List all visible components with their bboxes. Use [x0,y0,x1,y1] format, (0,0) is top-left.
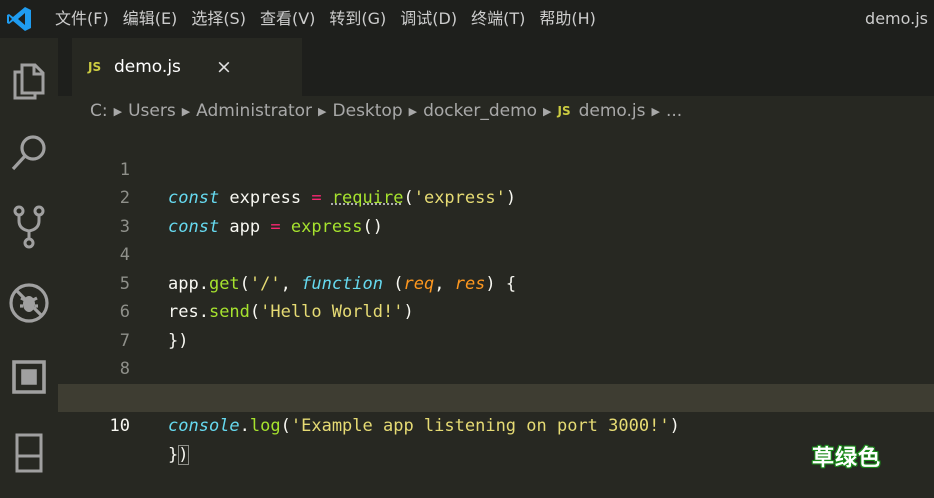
debug-icon[interactable] [6,280,52,326]
tab-demo-js[interactable]: JS demo.js × [72,38,302,96]
menu-go[interactable]: 转到(G) [322,0,393,38]
close-icon[interactable]: × [216,38,232,96]
menu-file[interactable]: 文件(F) [48,0,116,38]
javascript-file-icon: JS [88,60,106,74]
chevron-right-icon: ▶ [652,105,660,118]
code-editor[interactable]: 1 const express = require('express') 2 c… [58,127,934,490]
chevron-right-icon: ▶ [409,105,417,118]
breadcrumb-item-desktop[interactable]: Desktop [333,101,403,121]
search-icon[interactable] [6,130,52,176]
code-text[interactable]: }) [168,441,189,470]
breadcrumb-item-docker-demo[interactable]: docker_demo [423,101,537,121]
menu-bar: 文件(F) 编辑(E) 选择(S) 查看(V) 转到(G) 调试(D) 终端(T… [48,0,603,38]
tab-label: demo.js [114,57,181,77]
watermark-text: 草绿色 [812,440,881,472]
code-line[interactable]: 7 [58,298,934,327]
code-text[interactable]: console.log('Example app listening on po… [168,412,680,441]
breadcrumb-item-administrator[interactable]: Administrator [196,101,312,121]
extensions-icon[interactable] [6,354,52,400]
code-line-current[interactable]: 10 }) [58,384,934,413]
breadcrumb-item-users[interactable]: Users [128,101,176,121]
chevron-right-icon: ▶ [543,105,551,118]
code-line[interactable]: 1 const express = require('express') [58,127,934,156]
breadcrumb-item-file[interactable]: demo.js [579,101,646,121]
javascript-file-icon: JS [558,104,571,118]
code-line[interactable]: 2 const app = express() [58,156,934,185]
menu-edit[interactable]: 编辑(E) [116,0,185,38]
chevron-right-icon: ▶ [114,105,122,118]
remote-explorer-icon[interactable] [6,430,52,476]
menu-selection[interactable]: 选择(S) [184,0,253,38]
code-line[interactable]: 4 app.get('/', function (req, res) { [58,213,934,242]
menu-terminal[interactable]: 终端(T) [464,0,532,38]
window-title: demo.js [865,0,928,38]
menu-debug[interactable]: 调试(D) [393,0,464,38]
chevron-right-icon: ▶ [318,105,326,118]
menu-view[interactable]: 查看(V) [253,0,322,38]
code-line[interactable]: 6 }) [58,270,934,299]
source-control-icon[interactable] [6,204,52,250]
menu-help[interactable]: 帮助(H) [532,0,603,38]
explorer-icon[interactable] [6,58,52,104]
code-line[interactable]: 8 app.listen(3000, function () { [58,327,934,356]
chevron-right-icon: ▶ [182,105,190,118]
breadcrumb-item-symbols[interactable]: ... [666,101,682,121]
code-line[interactable]: 5 res.send('Hello World!') [58,241,934,270]
code-line[interactable]: 3 [58,184,934,213]
breadcrumb-item-drive[interactable]: C: [90,101,108,121]
breadcrumb: C: ▶ Users ▶ Administrator ▶ Desktop ▶ d… [90,96,682,126]
line-number: 10 [58,412,130,441]
vscode-logo-icon[interactable] [6,6,32,32]
title-bar: 文件(F) 编辑(E) 选择(S) 查看(V) 转到(G) 调试(D) 终端(T… [0,0,934,38]
code-line[interactable]: 9 console.log('Example app listening on … [58,355,934,384]
tab-bar: JS demo.js × [58,38,934,96]
activity-bar [0,38,58,490]
